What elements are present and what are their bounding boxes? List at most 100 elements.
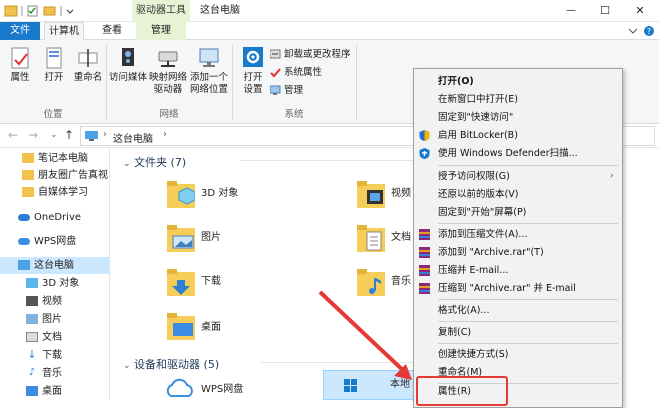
menu-item-open-new-window[interactable]: 在新窗口中打开(E) <box>414 91 622 108</box>
defender-icon <box>419 148 430 159</box>
computer-management-icon <box>269 85 281 95</box>
nav-item-downloads[interactable]: ↓ 下载 <box>26 347 62 364</box>
nav-item-media-folder[interactable]: 自媒体学习 <box>22 184 88 201</box>
folders-header-label: 文件夹 (7) <box>134 156 187 169</box>
collapse-chevron-icon: ⌄ <box>123 159 131 169</box>
menu-item-restore-versions[interactable]: 还原以前的版本(V) <box>414 186 622 203</box>
wps-cloud-icon <box>166 378 193 397</box>
system-properties-button[interactable]: 系统属性 <box>270 66 322 80</box>
nav-label: 音乐 <box>42 368 62 379</box>
cube-icon <box>26 278 38 288</box>
breadcrumb-separator: › <box>163 129 167 140</box>
rename-icon <box>78 49 98 67</box>
properties-label: 属性 <box>10 72 30 83</box>
menu-item-pin-quick-access[interactable]: 固定到"快速访问" <box>414 109 622 126</box>
menu-item-pin-start[interactable]: 固定到"开始"屏幕(P) <box>414 204 622 221</box>
forward-arrow-icon[interactable]: → <box>28 128 38 142</box>
tab-file[interactable]: 文件 <box>0 22 40 40</box>
maximize-button[interactable]: ☐ <box>590 0 620 22</box>
folder-label: 下载 <box>201 276 221 287</box>
menu-separator <box>438 223 618 224</box>
nav-item-pictures[interactable]: 图片 <box>26 311 62 328</box>
nav-item-documents[interactable]: 文档 <box>26 329 62 346</box>
back-arrow-icon[interactable]: ← <box>8 128 18 142</box>
uninstall-program-button[interactable]: 卸载或更改程序 <box>269 48 351 62</box>
open-settings-label-1: 打开 <box>243 72 263 83</box>
recent-locations-icon[interactable]: ⌄ <box>50 130 58 140</box>
breadcrumb-separator: › <box>103 129 107 140</box>
properties-button[interactable]: 属性 <box>4 46 36 84</box>
menu-item-format[interactable]: 格式化(A)... <box>414 302 622 319</box>
menu-item-defender-scan[interactable]: 使用 Windows Defender扫描... <box>414 145 622 162</box>
up-arrow-icon[interactable]: ↑ <box>64 128 74 142</box>
quick-access-toolbar[interactable] <box>4 4 76 18</box>
open-icon <box>46 47 62 69</box>
help-icon[interactable]: ? <box>643 25 655 37</box>
nav-label: 文档 <box>42 332 62 343</box>
menu-separator <box>438 321 618 322</box>
collapse-chevron-icon: ⌄ <box>123 361 131 371</box>
navigation-pane: 笔记本电脑 朋友圈广告真视 自媒体学习 OneDrive WPS网盘 这台电脑 … <box>0 148 110 400</box>
rename-button[interactable]: 重命名 <box>70 46 106 84</box>
nav-label: 桌面 <box>42 386 62 397</box>
menu-item-create-shortcut[interactable]: 创建快捷方式(S) <box>414 346 622 363</box>
folder-icon <box>22 153 34 163</box>
folder-label: 视频 <box>391 188 411 199</box>
manage-button[interactable]: 管理 <box>269 84 303 98</box>
menu-label: 添加到压缩文件(A)... <box>438 229 528 240</box>
nav-label: 下载 <box>42 350 62 361</box>
nav-item-3d-objects[interactable]: 3D 对象 <box>26 275 79 292</box>
menu-item-compress-email[interactable]: 压缩并 E-mail... <box>414 262 622 279</box>
add-network-location-button[interactable]: 添加一个 网络位置 <box>188 46 230 96</box>
open-button[interactable]: 打开 <box>38 46 70 84</box>
close-button[interactable]: ✕ <box>624 0 656 22</box>
menu-item-copy[interactable]: 复制(C) <box>414 324 622 341</box>
map-drive-button[interactable]: 映射网络 驱动器 <box>148 46 188 96</box>
menu-item-open[interactable]: 打开(O) <box>414 73 622 90</box>
nav-item-onedrive[interactable]: OneDrive <box>18 209 81 226</box>
tab-manage[interactable]: 管理 <box>136 22 186 40</box>
menu-item-add-archive-rar[interactable]: 添加到 "Archive.rar"(T) <box>414 244 622 261</box>
menu-label: 还原以前的版本(V) <box>438 189 519 200</box>
map-drive-label-2: 驱动器 <box>153 84 183 95</box>
map-drive-label-1: 映射网络 <box>148 72 187 83</box>
nav-item-videos[interactable]: 视频 <box>26 293 62 310</box>
devices-group-header[interactable]: ⌄ 设备和驱动器 (5) <box>123 356 219 372</box>
svg-text:?: ? <box>647 27 651 36</box>
menu-item-grant-access[interactable]: 授予访问权限(G) › <box>414 168 622 185</box>
window-title: 这台电脑 <box>200 5 240 16</box>
nav-item-laptop-folder[interactable]: 笔记本电脑 <box>22 150 88 167</box>
nav-item-desktop[interactable]: 桌面 <box>26 383 62 400</box>
nav-item-ad-folder[interactable]: 朋友圈广告真视 <box>22 167 108 184</box>
access-media-button[interactable]: 访问媒体 <box>108 46 148 84</box>
menu-item-compress-rar-email[interactable]: 压缩到 "Archive.rar" 并 E-mail <box>414 280 622 297</box>
tab-computer[interactable]: 计算机 <box>44 22 84 40</box>
minimize-button[interactable]: — <box>556 0 586 22</box>
folder-label: 桌面 <box>201 322 221 333</box>
winrar-icon <box>419 283 430 294</box>
open-settings-button[interactable]: 打开 设置 <box>236 46 270 96</box>
nav-label: 自媒体学习 <box>38 187 88 198</box>
winrar-icon <box>419 265 430 276</box>
monitor-network-icon <box>199 48 219 67</box>
tab-view[interactable]: 查看 <box>92 22 132 40</box>
nav-label: OneDrive <box>34 212 82 223</box>
ribbon-collapse-icon[interactable] <box>628 27 638 35</box>
menu-item-add-archive[interactable]: 添加到压缩文件(A)... <box>414 226 622 243</box>
breadcrumb-this-pc[interactable]: 这台电脑 <box>113 130 153 145</box>
folder-label: 文档 <box>391 232 411 243</box>
folders-group-header[interactable]: ⌄ 文件夹 (7) <box>123 154 186 170</box>
computer-icon <box>18 260 30 270</box>
title-bar: 驱动器工具 这台电脑 — ☐ ✕ <box>0 0 659 22</box>
open-settings-label-2: 设置 <box>243 84 263 95</box>
menu-label: 创建快捷方式(S) <box>438 349 509 360</box>
menu-item-bitlocker[interactable]: 启用 BitLocker(B) <box>414 127 622 144</box>
desktop-icon <box>26 386 38 396</box>
folder-icon <box>22 170 34 180</box>
nav-item-this-pc[interactable]: 这台电脑 <box>0 257 110 274</box>
nav-item-music[interactable]: ♪ 音乐 <box>26 365 62 382</box>
menu-separator <box>438 299 618 300</box>
add-location-label-1: 添加一个 <box>189 72 228 83</box>
document-icon <box>26 332 38 342</box>
nav-item-wps-drive[interactable]: WPS网盘 <box>18 233 76 250</box>
